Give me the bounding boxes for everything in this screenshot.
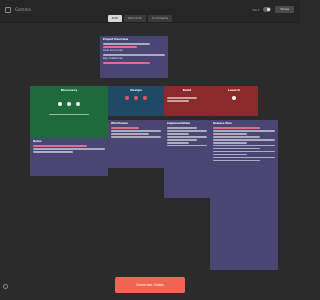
card-top-title: Project Overview xyxy=(103,38,128,41)
text-line xyxy=(167,126,197,129)
card-top-body: Project Overview Goal and scope Key mile… xyxy=(100,36,168,67)
card-implementation-body: Implementation xyxy=(164,120,210,150)
text-line xyxy=(167,144,207,147)
theme-toggle[interactable] xyxy=(263,7,272,12)
card-wireframes-body: Wireframes xyxy=(108,120,164,141)
card-implementation-title: Implementation xyxy=(167,122,191,125)
text-line xyxy=(213,144,275,147)
card-implementation[interactable]: Implementation xyxy=(164,120,210,198)
card-top-line-2: Key milestones xyxy=(103,56,123,60)
generate-button[interactable]: Generate Slides xyxy=(115,277,185,293)
help-icon[interactable] xyxy=(3,284,8,289)
text-line xyxy=(213,129,275,132)
tab-edit[interactable]: Edit xyxy=(108,15,122,22)
card-build-body xyxy=(164,94,210,105)
card-design[interactable]: Design xyxy=(108,86,164,116)
menu-icon[interactable] xyxy=(5,7,11,13)
text-line xyxy=(111,135,161,138)
card-build-title: Build xyxy=(182,88,192,92)
text-line xyxy=(33,147,105,150)
card-design-title: Design xyxy=(130,88,142,92)
text-line xyxy=(167,100,189,102)
text-line xyxy=(167,97,197,99)
text-line xyxy=(111,126,139,129)
card-release-plan-body: Release Plan xyxy=(210,120,278,165)
card-release-plan-title: Release Plan xyxy=(213,122,232,125)
card-release-plan[interactable]: Release Plan xyxy=(210,120,278,270)
card-discovery-body xyxy=(30,94,108,117)
view-tabs: Edit Structure Comments xyxy=(108,15,173,22)
text-line xyxy=(213,159,260,162)
text-line xyxy=(33,150,73,153)
text-line xyxy=(213,156,275,159)
person-icon xyxy=(75,102,80,106)
card-discovery[interactable]: Discovery xyxy=(30,86,108,138)
gear-icon xyxy=(134,96,138,100)
card-launch[interactable]: Launch xyxy=(210,86,258,116)
card-build[interactable]: Build xyxy=(164,86,210,116)
card-notes-title: Notes xyxy=(33,140,42,143)
text-line xyxy=(167,129,207,132)
card-discovery-title: Discovery xyxy=(60,88,78,92)
card-launch-body xyxy=(210,94,258,104)
card-top[interactable]: Project Overview Goal and scope Key mile… xyxy=(100,36,168,78)
card-notes-body: Notes xyxy=(30,138,108,156)
text-line xyxy=(111,132,149,135)
gear-icon xyxy=(142,96,147,100)
share-button[interactable]: Share xyxy=(275,6,294,13)
text-line xyxy=(213,141,248,144)
text-line xyxy=(167,141,189,144)
text-line xyxy=(167,135,207,138)
card-design-body xyxy=(108,94,164,104)
card-top-line-1: Goal and scope xyxy=(103,48,124,52)
card-wireframes[interactable]: Wireframes xyxy=(108,120,164,168)
card-notes[interactable]: Notes xyxy=(30,138,108,176)
text-line xyxy=(103,45,138,48)
person-icon xyxy=(67,102,71,106)
person-icon xyxy=(58,102,63,106)
text-line xyxy=(213,126,260,129)
text-line xyxy=(213,135,260,138)
app-name: Gamma xyxy=(15,7,31,12)
tab-comments[interactable]: Comments xyxy=(147,15,173,22)
text-line xyxy=(103,53,165,56)
text-line xyxy=(111,129,161,132)
tab-structure[interactable]: Structure xyxy=(123,15,146,22)
mode-label: Dark xyxy=(252,7,260,12)
gear-icon xyxy=(125,96,130,100)
topbar-right: Dark Share xyxy=(252,6,294,13)
card-wireframes-title: Wireframes xyxy=(111,122,128,125)
text-line xyxy=(103,42,150,45)
rocket-icon xyxy=(232,96,236,100)
text-line xyxy=(103,61,150,64)
icon-row xyxy=(33,102,105,108)
text-line xyxy=(49,113,89,116)
text-line xyxy=(213,147,260,150)
text-line xyxy=(213,153,248,156)
text-line xyxy=(213,132,248,135)
card-launch-title: Launch xyxy=(227,88,241,92)
text-line xyxy=(213,138,275,141)
text-line xyxy=(167,132,189,135)
text-line xyxy=(33,144,87,147)
text-line xyxy=(213,150,275,153)
text-line xyxy=(167,138,197,141)
top-bar: Gamma Edit Structure Comments Dark Share xyxy=(0,0,300,23)
